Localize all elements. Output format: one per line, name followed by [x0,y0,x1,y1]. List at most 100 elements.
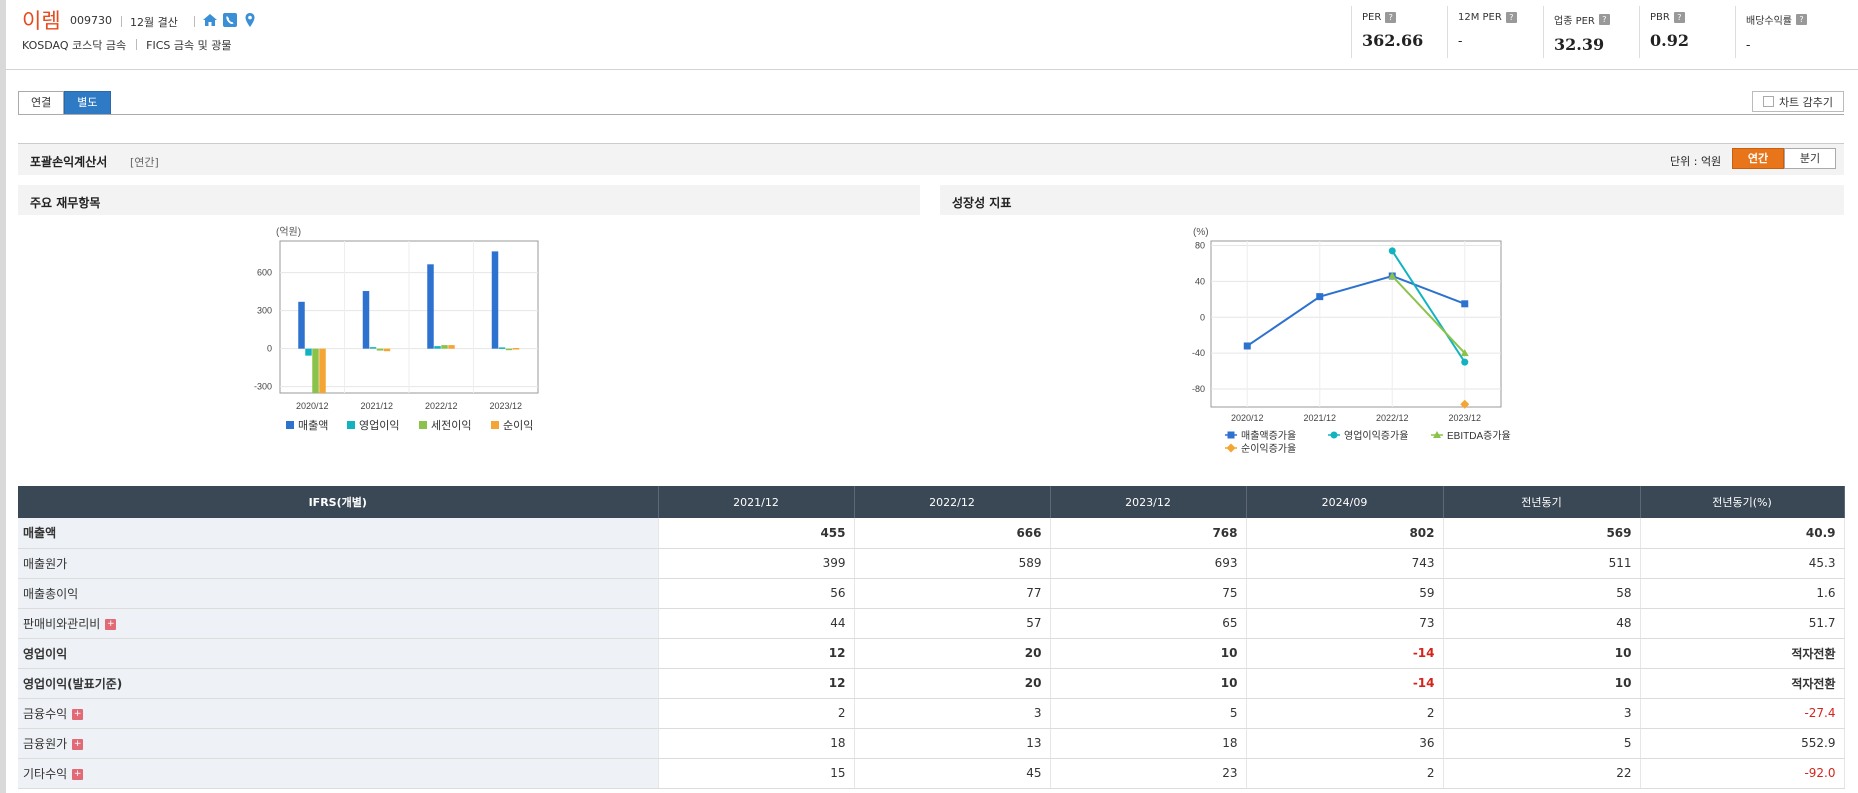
column-header: 2021/12 [658,486,855,518]
y-tick-label: 0 [1200,312,1205,322]
table-cell: 22 [1443,758,1641,789]
table-row: 매출액 455 666 768 802 569 40.9 [18,518,1845,549]
bar-순이익 [383,348,391,352]
tab-underline [18,114,1844,115]
x-tick-label: 2020/12 [296,401,329,411]
hide-chart-checkbox[interactable] [1762,96,1774,107]
x-tick-label: 2021/12 [1303,413,1336,423]
home-icon[interactable] [202,12,218,28]
table-cell: 45 [854,758,1051,789]
table-cell: -14 [1246,668,1444,699]
panel-header: 성장성 지표 [940,185,1844,215]
table-cell: 45.3 [1640,548,1845,579]
row-label-text: 금융수익 [23,706,68,721]
help-icon[interactable]: ? [1598,14,1610,25]
legend-swatch [419,421,427,429]
row-label: 기타수익 + [18,758,659,789]
table-cell: 802 [1246,518,1444,549]
metric-label: PER [1362,12,1382,23]
table-cell: 2 [1246,758,1444,789]
table-cell: 589 [854,548,1051,579]
table-cell: 51.7 [1640,608,1845,639]
table-cell: 552.9 [1640,728,1845,759]
table-cell: 10 [1443,638,1641,669]
income-statement-header: 포괄손익계산서 [연간] 단위 : 억원 연간 분기 [18,143,1844,175]
header-icons [202,12,258,28]
metric-value: - [1746,38,1751,53]
table-cell: 693 [1050,548,1247,579]
annual-button[interactable]: 연간 [1732,148,1784,169]
fiscal-month: 12월 결산 [130,16,178,29]
expand-icon[interactable]: + [105,618,117,630]
table-cell: 399 [658,548,855,579]
table-cell: 57 [854,608,1051,639]
table-row: 매출원가 399 589 693 743 511 45.3 [18,548,1845,579]
key-financials-panel: 주요 재무항목 (억원) -300 0 300 600 2020/12 2021/12 202… [18,185,920,485]
legend-label: EBITDA증가율 [1447,430,1511,442]
company-header: 이렘 009730 12월 결산 KOSDAQ 코스닥 금속 FICS 금속 및… [6,0,1858,70]
table-cell: 44 [658,608,855,639]
table-cell: 10 [1050,638,1247,669]
row-label: 금융원가 + [18,728,659,759]
bar-영업이익 [434,346,441,349]
tab-separate[interactable]: 별도 [64,91,111,115]
company-code: 009730 [70,14,112,27]
column-header: 전년동기(%) [1640,486,1845,518]
table-cell: 59 [1246,578,1444,609]
table-cell: 768 [1050,518,1247,549]
panel-header: 주요 재무항목 [18,185,920,215]
x-tick-label: 2021/12 [360,401,393,411]
help-icon[interactable]: ? [1673,12,1685,23]
row-label: 판매비와관리비 + [18,608,659,639]
expand-icon[interactable]: + [72,738,84,750]
help-icon[interactable]: ? [1505,12,1517,23]
data-point-영업이익증가율 [1461,358,1469,366]
x-tick-label: 2022/12 [1376,413,1409,423]
expand-icon[interactable]: + [72,768,84,780]
bar-매출액 [427,264,434,349]
table-row: 영업이익(발표기준) 12 20 10 -14 10 적자전환 [18,668,1845,699]
table-cell: 12 [658,668,855,699]
y-tick-label: -300 [254,382,272,392]
valuation-metrics: PER? 362.66 12M PER? - 업종 PER? 32.39 PBR… [1351,6,1845,58]
y-axis-unit-label: (억원) [276,226,301,238]
metric-pbr: PBR? 0.92 [1639,6,1735,58]
hide-chart-toggle[interactable]: 차트 감추기 [1752,91,1844,112]
column-header: 2022/12 [854,486,1051,518]
expand-icon[interactable]: + [72,708,84,720]
row-label: 금융수익 + [18,698,659,729]
legend-marker [1227,431,1235,439]
table-row: 기타수익 +15 45 23 2 22 -92.0 [18,758,1845,789]
table-cell: -14 [1246,638,1444,669]
row-label-text: 영업이익(발표기준) [23,676,123,691]
y-tick-label: 0 [267,344,272,354]
y-tick-label: 80 [1195,240,1205,250]
phone-icon[interactable] [222,12,238,28]
table-body: 매출액 455 666 768 802 569 40.9 매출원가 399 589 693 743 51… [18,518,1845,789]
table-cell: 5 [1050,698,1247,729]
table-cell: 18 [658,728,855,759]
bar-세전이익 [376,348,384,351]
x-tick-label: 2023/12 [1448,413,1481,423]
tab-consolidated[interactable]: 연결 [18,91,65,115]
map-pin-icon[interactable] [242,12,258,28]
bar-매출액 [362,291,370,349]
column-header[interactable]: IFRS(개별) [18,486,659,518]
legend-label: 세전이익 [431,419,471,432]
y-axis-unit-label: (%) [1193,227,1209,238]
table-cell: 10 [1443,668,1641,699]
column-header: 2023/12 [1050,486,1247,518]
table-cell: 18 [1050,728,1247,759]
help-icon[interactable]: ? [1796,14,1807,25]
row-label-text: 매출원가 [23,556,68,571]
bar-영업이익 [498,347,506,349]
quarterly-button[interactable]: 분기 [1784,148,1836,169]
table-header-row: IFRS(개별) 2021/12 2022/12 2023/12 2024/09… [18,486,1845,518]
help-icon[interactable]: ? [1385,12,1397,23]
y-tick-label: -40 [1192,348,1205,358]
metric-value: - [1458,34,1463,49]
table-cell: 511 [1443,548,1641,579]
market-label: KOSDAQ 코스닥 금속 [22,39,127,52]
row-label-text: 매출액 [23,526,57,541]
metric-label: 업종 PER [1554,16,1595,27]
